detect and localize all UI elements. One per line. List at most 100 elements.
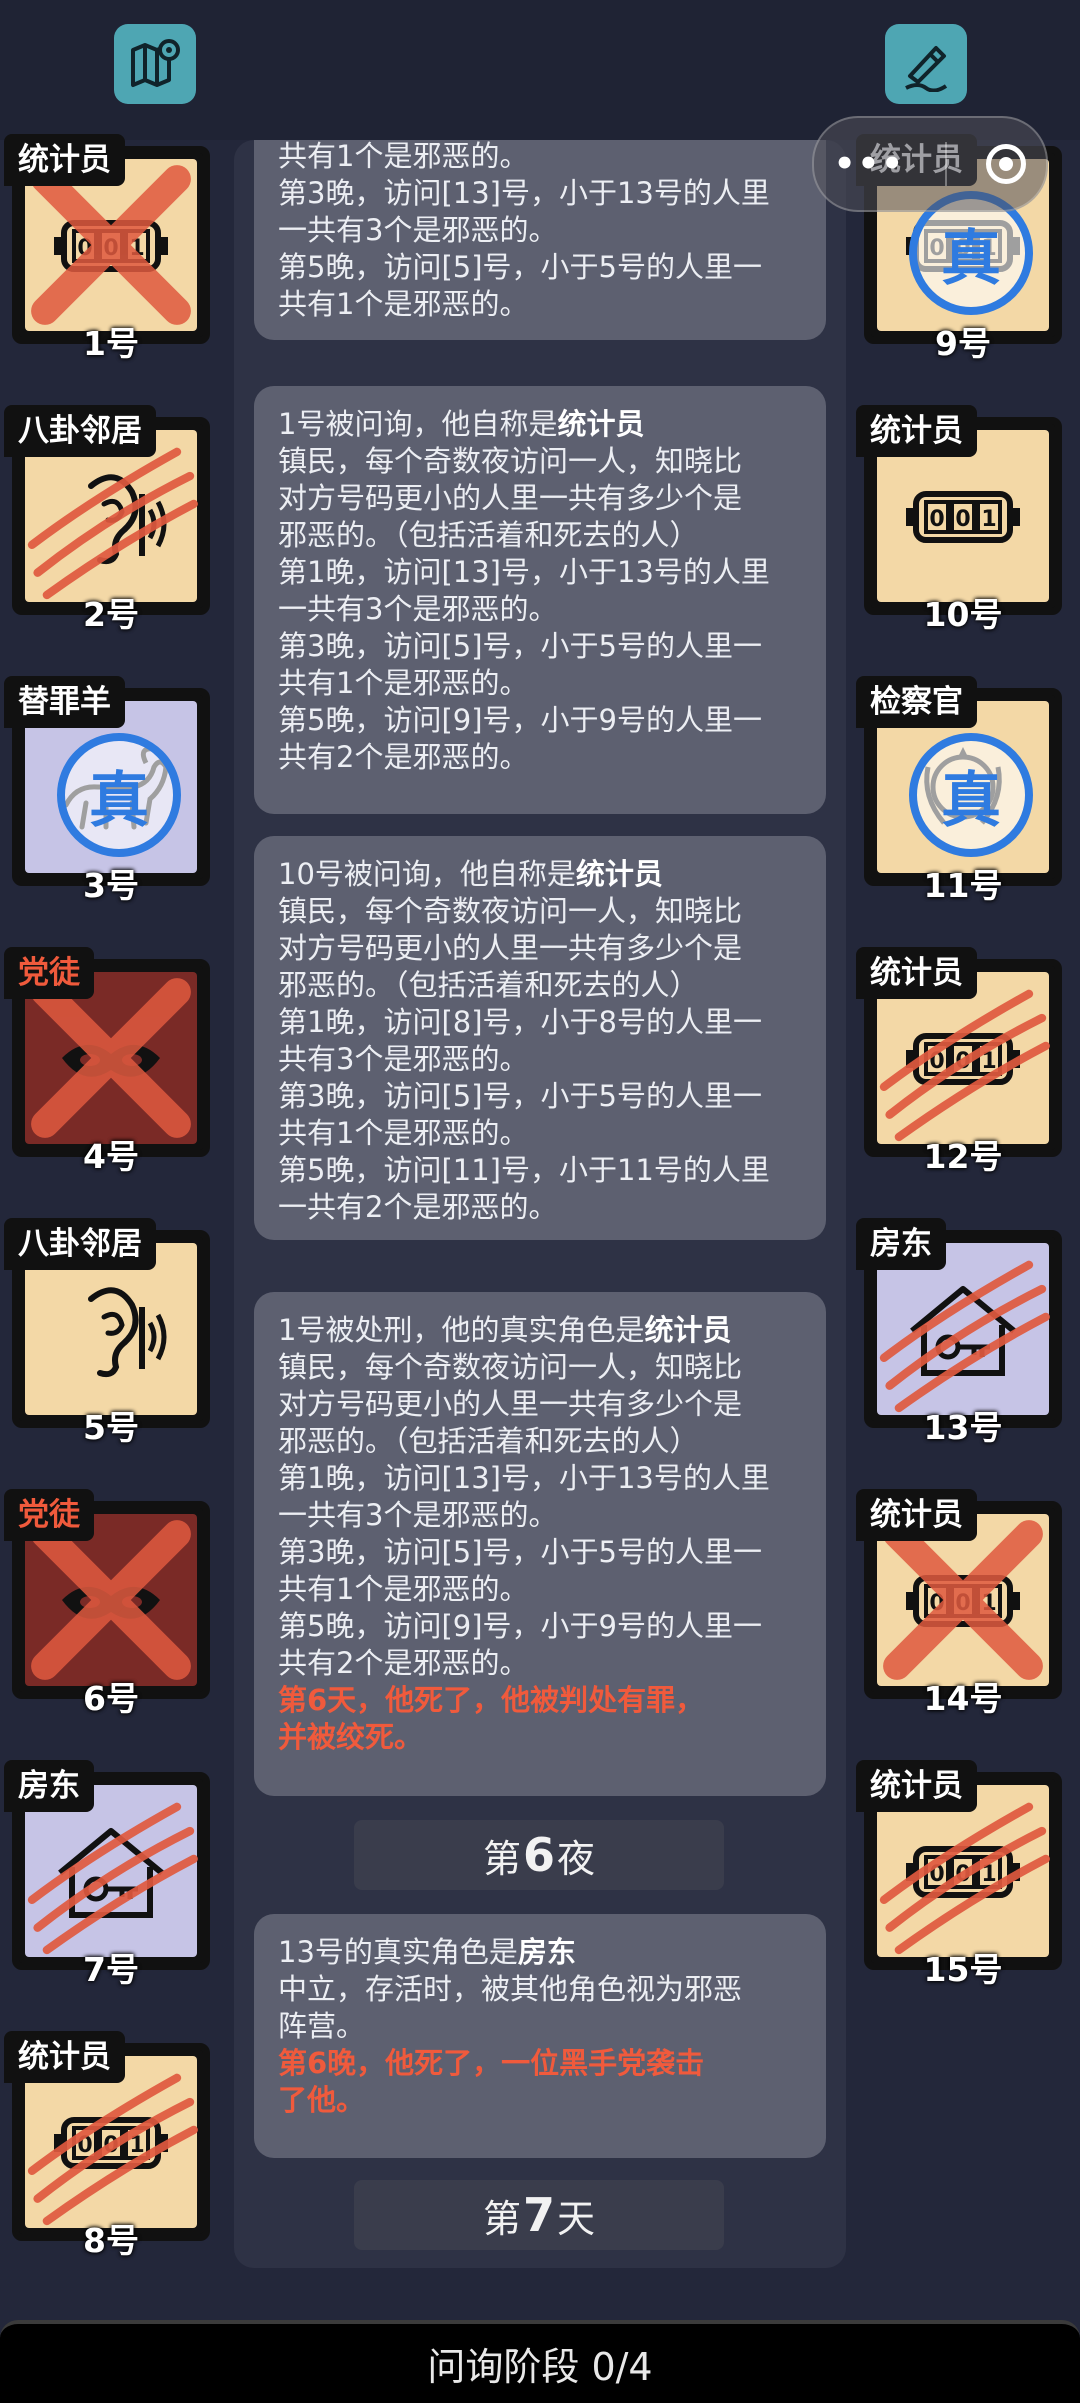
player-card[interactable]: 0 0 1 统计员 12号	[856, 947, 1066, 1176]
svg-text:0: 0	[77, 2133, 92, 2158]
player-number: 11号	[923, 866, 1003, 905]
house-icon	[58, 1828, 164, 1918]
player-number: 2号	[83, 595, 139, 634]
log-line: 共有1个是邪恶的。	[278, 666, 529, 700]
log-line: 第1晚，访问[13]号，小于13号的人里	[278, 1461, 770, 1495]
player-card[interactable]: 房东 7号	[4, 1760, 214, 1989]
player-number: 9号	[935, 324, 991, 363]
log-headline: 1号被问询，他自称是统计员	[278, 406, 802, 443]
log-line: 共有1个是邪恶的。	[278, 140, 529, 173]
log-line: 第1晚，访问[13]号，小于13号的人里	[278, 555, 770, 589]
claimed-role: 统计员	[557, 407, 645, 441]
player-number: 12号	[923, 1137, 1003, 1176]
svg-text:0: 0	[929, 1862, 944, 1887]
player-number: 6号	[83, 1679, 139, 1718]
log-line: 共有2个是邪恶的。	[278, 1646, 529, 1680]
more-menu-button[interactable]: •••	[834, 144, 905, 184]
log-headline: 10号被问询，他自称是统计员	[278, 856, 802, 893]
claimed-role: 房东	[517, 1935, 576, 1969]
ear-icon	[88, 474, 167, 565]
log-message: 13号的真实角色是房东 中立，存活时，被其他角色视为邪恶 阵营。 第6晚，他死了，一位…	[254, 1914, 826, 2158]
log-line: 一共有3个是邪恶的。	[278, 592, 558, 626]
log-headline-text: 13号的真实角色是	[278, 1935, 518, 1969]
player-number: 10号	[923, 595, 1003, 634]
player-role-label: 党徒	[4, 1489, 94, 1541]
player-card[interactable]: 0 0 1 统计员 14号	[856, 1489, 1066, 1718]
player-role-label: 统计员	[856, 1760, 977, 1812]
player-role-label: 八卦邻居	[4, 1218, 156, 1270]
player-number: 5号	[83, 1408, 139, 1447]
player-card[interactable]: 房东 13号	[856, 1218, 1066, 1447]
player-role-label: 统计员	[856, 405, 977, 457]
player-card[interactable]: 0 0 1 统计员 10号	[856, 405, 1066, 634]
log-line: 镇民，每个奇数夜访问一人，知晓比	[278, 444, 743, 478]
log-line: 邪恶的。（包括活着和死去的人）	[278, 1424, 699, 1458]
log-line: 第5晚，访问[9]号，小于9号的人里一	[278, 703, 762, 737]
house-icon	[910, 1286, 1016, 1376]
svg-text:0: 0	[955, 507, 970, 532]
log-line: 第5晚，访问[11]号，小于11号的人里	[278, 1153, 770, 1187]
notes-button[interactable]	[885, 24, 967, 104]
log-line: 第3晚，访问[5]号，小于5号的人里一	[278, 1079, 762, 1113]
log-line: 第3晚，访问[13]号，小于13号的人里	[278, 176, 770, 210]
player-card[interactable]: 党徒 6号	[4, 1489, 214, 1718]
log-headline-text: 1号被问询，他自称是	[278, 407, 558, 441]
player-number: 7号	[83, 1950, 139, 1989]
pencil-icon	[905, 46, 948, 92]
game-log-panel[interactable]: 共有1个是邪恶的。 第3晚，访问[13]号，小于13号的人里 一共有3个是邪恶的。第…	[234, 140, 846, 2268]
log-line: 阵营。	[278, 2009, 366, 2043]
player-role-label: 统计员	[4, 134, 125, 186]
counter-icon: 001	[906, 1033, 1020, 1085]
svg-text:0: 0	[103, 236, 118, 261]
player-card[interactable]: 0 0 1 统计员 1号	[4, 134, 214, 363]
claimed-role: 统计员	[644, 1313, 732, 1347]
player-card[interactable]: 0 0 1 统计员 15号	[856, 1760, 1066, 1989]
log-death-line: 第6晚，他死了，一位黑手党袭击	[278, 2046, 705, 2080]
night-separator: 第6夜	[354, 1820, 724, 1890]
log-line: 一共有3个是邪恶的。	[278, 1498, 558, 1532]
phase-indicator: 问询阶段 0/4	[0, 2320, 1080, 2403]
log-line: 共有1个是邪恶的。	[278, 1116, 529, 1150]
counter-icon: 001	[54, 220, 168, 272]
player-number: 8号	[83, 2221, 139, 2260]
svg-text:0: 0	[929, 507, 944, 532]
true-stamp-icon: 真	[57, 733, 181, 857]
svg-text:0: 0	[77, 236, 92, 261]
close-target-button[interactable]	[986, 144, 1027, 184]
miniprogram-capsule: •••	[812, 116, 1048, 212]
log-line: 共有3个是邪恶的。	[278, 1042, 529, 1076]
true-stamp-icon: 真	[909, 733, 1033, 857]
log-line: 第5晚，访问[9]号，小于9号的人里一	[278, 1609, 762, 1643]
svg-text:1: 1	[981, 1591, 996, 1616]
claimed-role: 统计员	[575, 857, 663, 891]
svg-text:0: 0	[955, 1591, 970, 1616]
log-line: 对方号码更小的人里一共有多少个是	[278, 931, 743, 965]
player-card[interactable]: 真检察官 11号	[856, 676, 1066, 905]
player-card[interactable]: 真替罪羊 3号	[4, 676, 214, 905]
counter-icon: 001	[906, 1575, 1020, 1627]
log-line: 共有1个是邪恶的。	[278, 287, 529, 321]
counter-icon: 001	[54, 2117, 168, 2169]
svg-text:0: 0	[955, 1049, 970, 1074]
log-line: 中立，存活时，被其他角色视为邪恶	[278, 1972, 743, 2006]
svg-text:1: 1	[129, 236, 144, 261]
counter-icon: 001	[906, 1846, 1020, 1898]
player-role-label: 八卦邻居	[4, 405, 156, 457]
log-line: 第5晚，访问[5]号，小于5号的人里一	[278, 250, 762, 284]
log-line: 一共有3个是邪恶的。	[278, 213, 558, 247]
player-role-label: 统计员	[856, 947, 977, 999]
player-card[interactable]: 八卦邻居 5号	[4, 1218, 214, 1447]
player-card[interactable]: 党徒 4号	[4, 947, 214, 1176]
player-number: 15号	[923, 1950, 1003, 1989]
log-line: 一共有2个是邪恶的。	[278, 1190, 558, 1224]
log-line: 邪恶的。（包括活着和死去的人）	[278, 518, 699, 552]
log-line: 共有2个是邪恶的。	[278, 740, 529, 774]
map-button[interactable]	[114, 24, 196, 104]
player-role-label: 统计员	[4, 2031, 125, 2083]
ear-icon	[88, 1287, 167, 1378]
player-card[interactable]: 八卦邻居 2号	[4, 405, 214, 634]
player-card[interactable]: 0 0 1 统计员 8号	[4, 2031, 214, 2260]
player-number: 13号	[923, 1408, 1003, 1447]
day-separator: 第7天	[354, 2180, 724, 2250]
log-message: 1号被处刑，他的真实角色是统计员 镇民，每个奇数夜访问一人，知晓比 对方号码更小的人…	[254, 1292, 826, 1796]
